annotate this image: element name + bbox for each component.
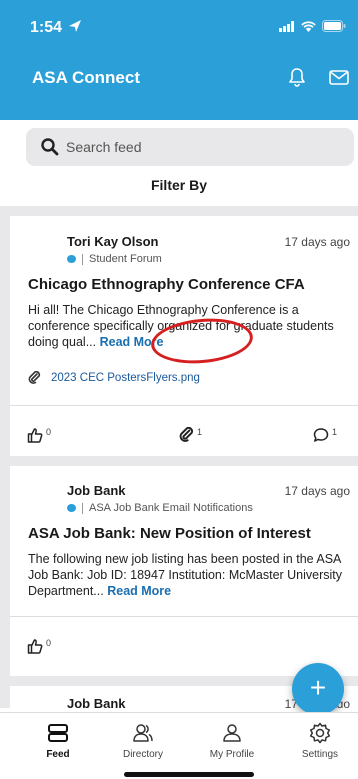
attachment-count: 1 bbox=[197, 427, 203, 437]
post-author: Tori Kay Olson bbox=[67, 234, 159, 249]
like-button[interactable]: 0 bbox=[27, 638, 51, 654]
paperclip-icon bbox=[179, 427, 193, 442]
attachment-link[interactable]: 2023 CEC PostersFlyers.png bbox=[28, 371, 200, 384]
status-bar: 1:54 bbox=[0, 0, 358, 50]
separator bbox=[82, 253, 83, 265]
post-card[interactable]: Tori Kay Olson Student Forum 17 days ago… bbox=[10, 216, 358, 456]
post-forum-name: ASA Job Bank Email Notifications bbox=[89, 502, 253, 514]
post-forum[interactable]: ASA Job Bank Email Notifications bbox=[67, 502, 253, 514]
comment-count: 1 bbox=[332, 427, 338, 437]
signal-icon bbox=[279, 20, 294, 32]
nav-my-profile[interactable]: My Profile bbox=[192, 721, 272, 760]
post-time: 17 days ago bbox=[284, 484, 350, 498]
attachments-button[interactable]: 1 bbox=[179, 427, 202, 442]
post-body-text: Hi all! The Chicago Ethnography Conferen… bbox=[28, 303, 334, 349]
read-more-link[interactable]: Read More bbox=[100, 335, 164, 349]
post-body: The following new job listing has been p… bbox=[28, 551, 356, 599]
feed-icon bbox=[48, 724, 68, 742]
post-forum[interactable]: Student Forum bbox=[67, 253, 162, 265]
nav-feed[interactable]: Feed bbox=[18, 721, 98, 760]
post-author: Job Bank bbox=[67, 483, 126, 498]
card-divider bbox=[10, 616, 358, 617]
comment-icon bbox=[313, 428, 329, 442]
directory-icon bbox=[133, 724, 153, 742]
search-input[interactable] bbox=[66, 134, 336, 160]
separator bbox=[82, 502, 83, 514]
post-card[interactable]: Job Bank ASA Job Bank Email Notification… bbox=[10, 466, 358, 676]
filter-by-button[interactable]: Filter By bbox=[0, 177, 358, 193]
feed-list[interactable]: Tori Kay Olson Student Forum 17 days ago… bbox=[0, 206, 358, 708]
paperclip-icon bbox=[28, 371, 41, 384]
like-count: 0 bbox=[46, 427, 52, 437]
nav-label: Feed bbox=[46, 749, 70, 760]
post-forum-name: Student Forum bbox=[89, 253, 162, 265]
profile-icon bbox=[223, 724, 241, 742]
location-arrow-icon bbox=[69, 20, 81, 32]
status-time: 1:54 bbox=[30, 19, 63, 36]
bell-icon[interactable] bbox=[286, 66, 308, 88]
new-post-button[interactable]: + bbox=[292, 663, 344, 715]
nav-label: Directory bbox=[122, 749, 163, 760]
status-icons bbox=[279, 20, 346, 32]
post-title[interactable]: ASA Job Bank: New Position of Interest bbox=[28, 525, 311, 542]
like-count: 0 bbox=[46, 638, 52, 648]
chat-bubble-icon bbox=[67, 255, 76, 263]
like-button[interactable]: 0 bbox=[27, 427, 51, 443]
settings-icon bbox=[309, 722, 331, 744]
attachment-name: 2023 CEC PostersFlyers.png bbox=[51, 371, 200, 384]
wifi-icon bbox=[301, 20, 316, 32]
app-header: 1:54 ASA Connect bbox=[0, 0, 358, 120]
search-icon bbox=[41, 138, 59, 156]
post-time: 17 days ago bbox=[284, 235, 350, 249]
nav-label: My Profile bbox=[209, 749, 255, 760]
card-divider bbox=[10, 405, 358, 406]
bottom-nav: Feed Directory My Profile Settings bbox=[0, 712, 358, 779]
home-indicator[interactable] bbox=[124, 772, 254, 777]
read-more-link[interactable]: Read More bbox=[107, 584, 171, 598]
chat-bubble-icon bbox=[67, 504, 76, 512]
post-title[interactable]: Chicago Ethnography Conference CFA bbox=[28, 276, 305, 293]
nav-label: Settings bbox=[301, 749, 339, 760]
post-author: Job Bank bbox=[67, 696, 126, 708]
post-body-text: The following new job listing has been p… bbox=[28, 552, 343, 598]
thumbs-up-icon bbox=[27, 639, 43, 654]
comment-button[interactable]: 1 bbox=[313, 427, 337, 443]
mail-icon[interactable] bbox=[328, 66, 350, 88]
thumbs-up-icon bbox=[27, 428, 43, 443]
post-body: Hi all! The Chicago Ethnography Conferen… bbox=[28, 302, 356, 350]
nav-settings[interactable]: Settings bbox=[280, 721, 358, 760]
nav-directory[interactable]: Directory bbox=[103, 721, 183, 760]
battery-icon bbox=[322, 20, 346, 32]
app-title: ASA Connect bbox=[32, 68, 140, 87]
search-bar[interactable] bbox=[26, 128, 354, 166]
